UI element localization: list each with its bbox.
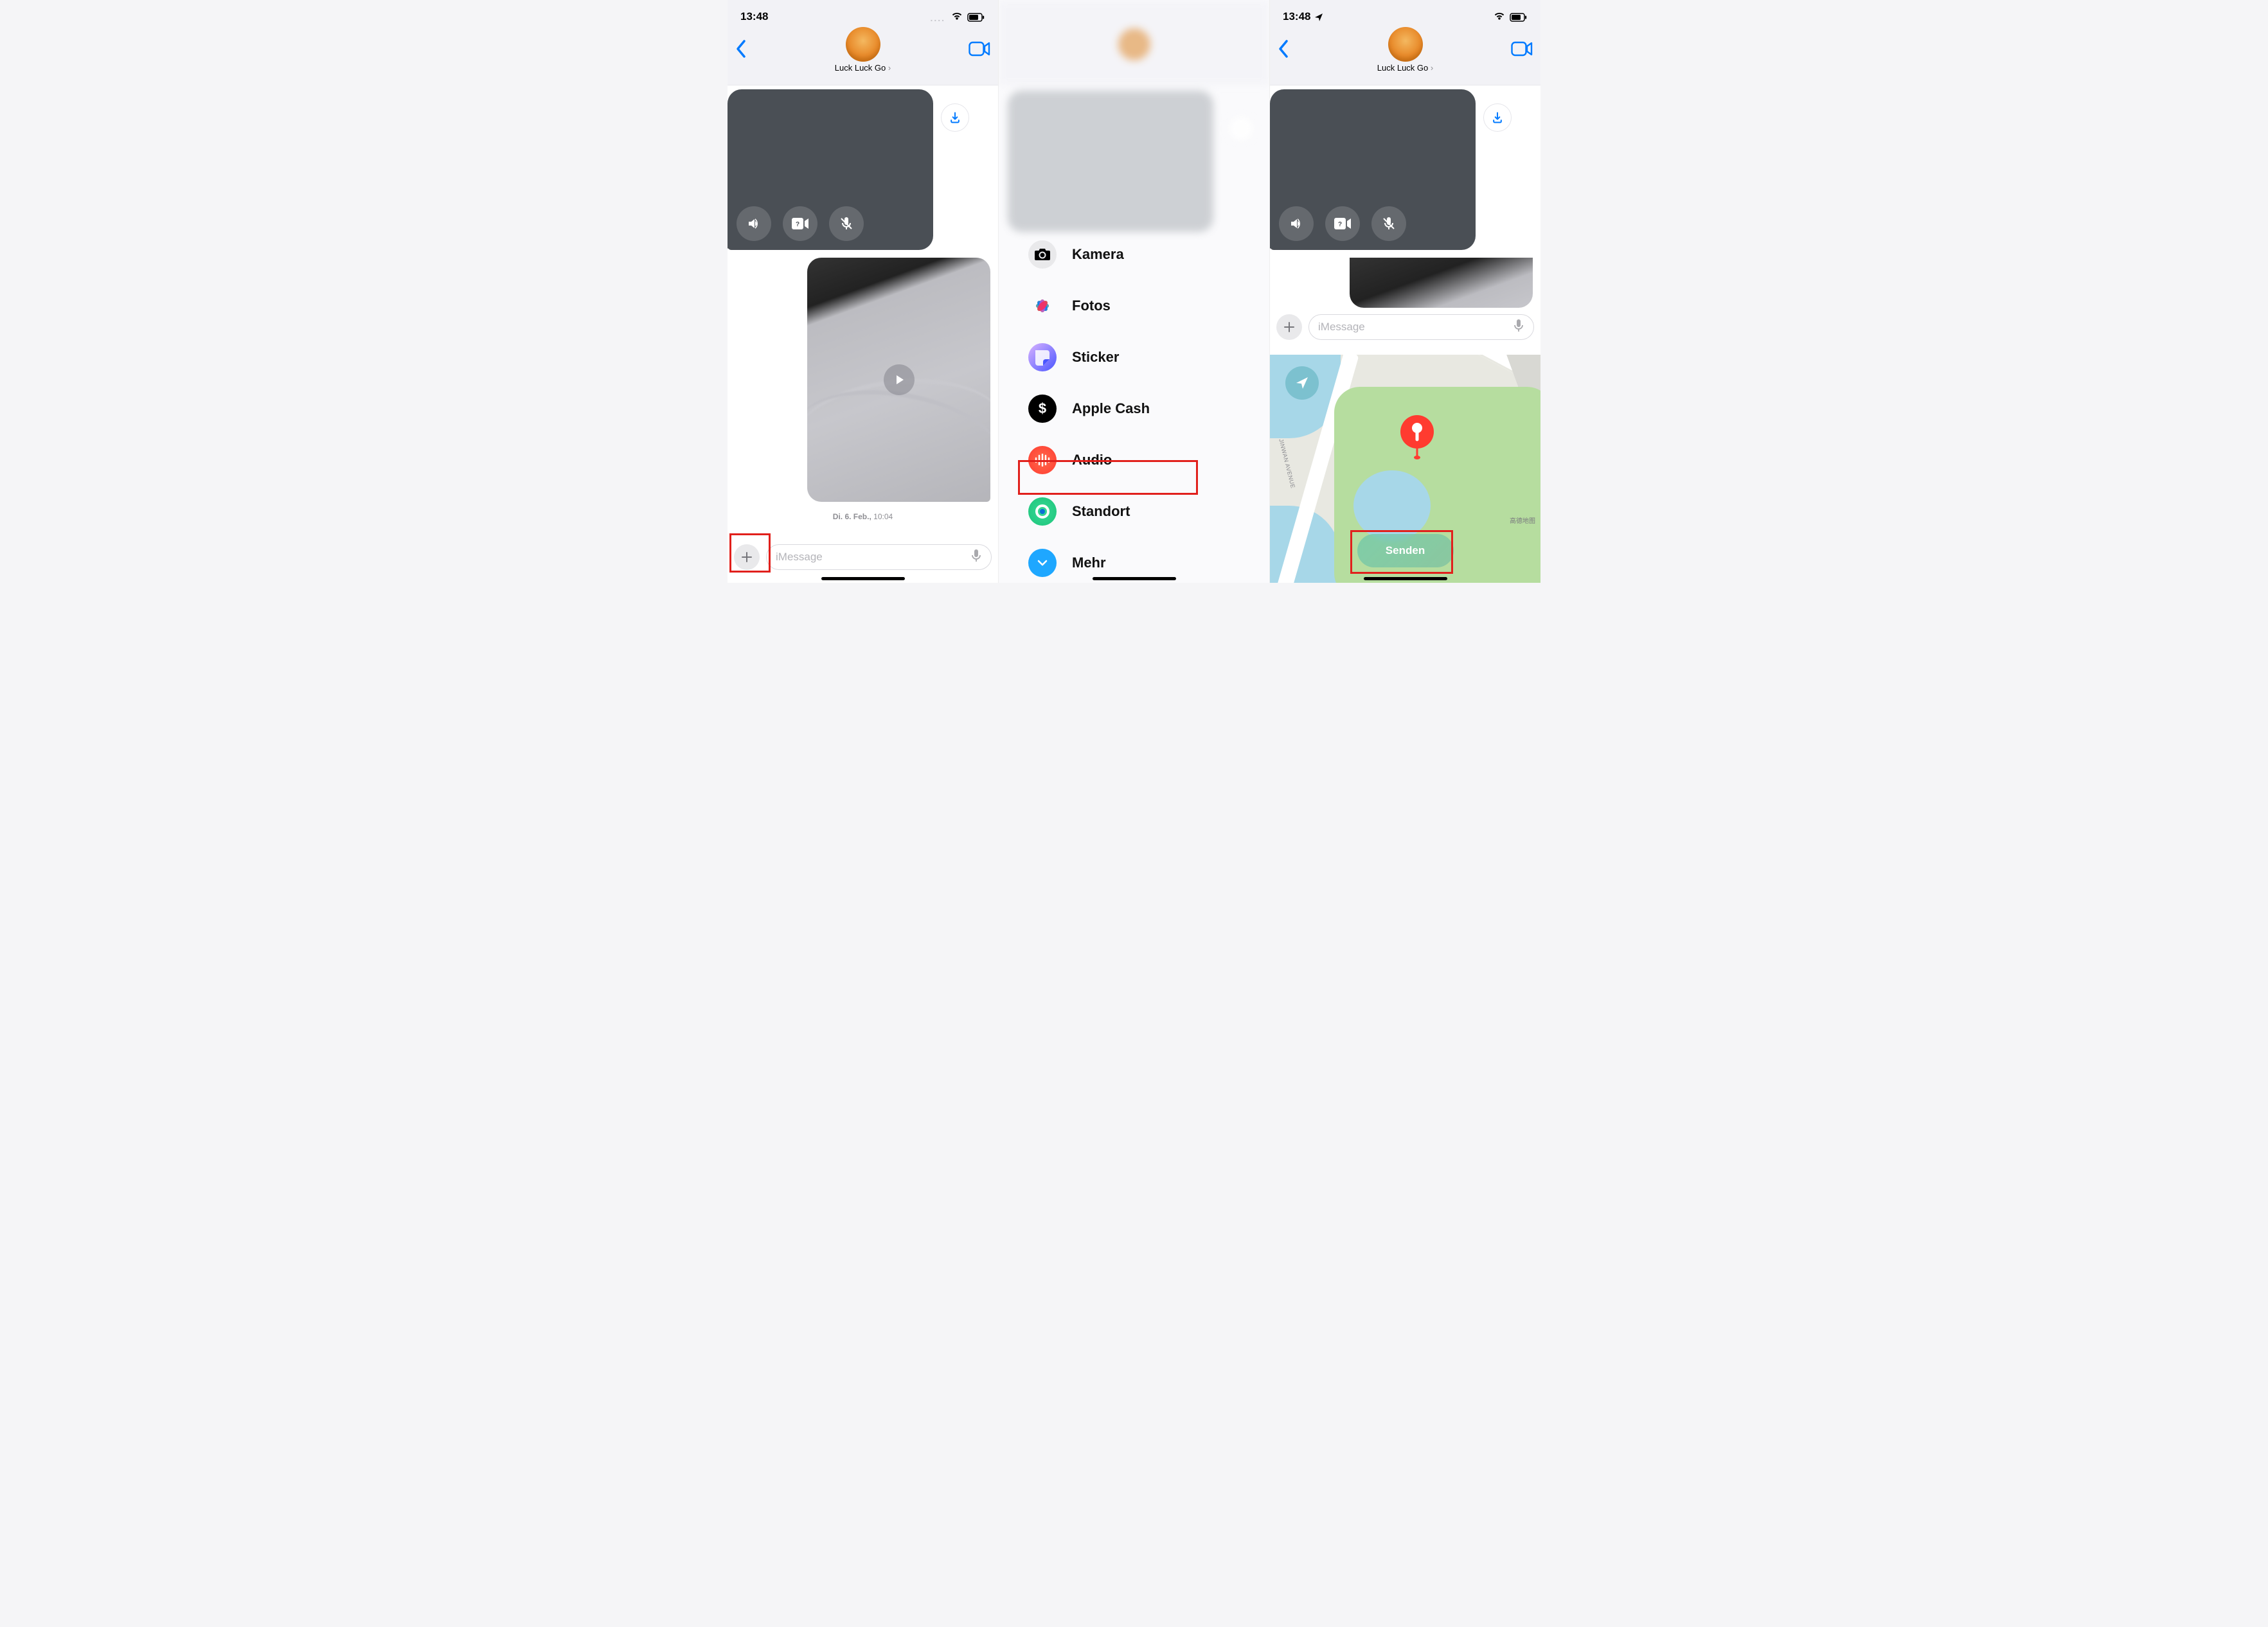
sheet-item-camera[interactable]: Kamera (1024, 238, 1250, 271)
screenshot-panel-2: Kamera (999, 0, 1270, 583)
facetime-button[interactable] (1501, 30, 1533, 68)
play-icon[interactable] (884, 364, 915, 395)
camera-toggle-icon[interactable]: ? (783, 206, 817, 241)
sheet-item-stickers[interactable]: Sticker (1024, 341, 1250, 374)
screenshot-panel-3: 13:48 Luck Luck Go › (1270, 0, 1540, 583)
home-indicator[interactable] (1364, 577, 1447, 580)
battery-icon (1510, 10, 1528, 23)
message-input[interactable]: iMessage (1308, 314, 1534, 340)
status-bar: 13:48 (1270, 0, 1540, 24)
road-label: JINWAN AVENUE (1278, 438, 1296, 489)
mute-mic-icon[interactable] (1371, 206, 1406, 241)
photos-icon (1028, 292, 1057, 320)
facetime-button[interactable] (958, 30, 990, 68)
conversation-header: Luck Luck Go › (728, 24, 998, 85)
home-indicator[interactable] (1093, 577, 1176, 580)
home-indicator[interactable] (821, 577, 905, 580)
map-attribution: 高德地图 (1510, 515, 1535, 525)
contact-name-button[interactable]: Luck Luck Go › (1377, 63, 1433, 73)
video-message-bubble[interactable] (1350, 258, 1533, 308)
message-placeholder: iMessage (1318, 321, 1513, 333)
message-input[interactable]: iMessage (766, 544, 992, 570)
status-bar: 13:48 .... (728, 0, 998, 24)
sheet-item-audio[interactable]: Audio (1024, 443, 1250, 477)
location-services-icon (1314, 10, 1323, 23)
speaker-icon[interactable] (737, 206, 771, 241)
sheet-item-apple-cash[interactable]: $ Apple Cash (1024, 392, 1250, 425)
svg-text:?: ? (796, 221, 799, 228)
back-button[interactable] (735, 30, 761, 68)
back-button[interactable] (1278, 30, 1303, 68)
sheet-item-photos[interactable]: Fotos (1024, 289, 1250, 323)
send-location-button[interactable]: Senden (1357, 534, 1454, 567)
camera-toggle-icon[interactable]: ? (1325, 206, 1360, 241)
video-message-bubble[interactable] (807, 258, 990, 502)
speaker-icon[interactable] (1279, 206, 1314, 241)
conversation-header: Luck Luck Go › (1270, 24, 1540, 85)
sticker-icon (1028, 343, 1057, 371)
facetime-call-bubble[interactable]: ? (728, 89, 933, 250)
dictate-mic-icon[interactable] (1513, 319, 1524, 336)
recenter-location-button[interactable] (1285, 366, 1319, 400)
more-icon (1028, 549, 1057, 577)
map-pin-icon[interactable] (1398, 413, 1436, 450)
sheet-item-more[interactable]: Mehr (1024, 546, 1250, 580)
message-timestamp: Di. 6. Feb., 10:04 (728, 512, 998, 521)
apple-cash-icon: $ (1028, 395, 1057, 423)
dictate-mic-icon[interactable] (970, 549, 982, 566)
screenshot-panel-1: 13:48 .... Luck Luck Go › (728, 0, 999, 583)
wifi-icon (1492, 8, 1507, 23)
location-share-panel[interactable]: JINWAN AVENUE 高德地图 Send (1270, 355, 1540, 583)
facetime-call-bubble[interactable]: ? (1270, 89, 1476, 250)
sheet-item-location[interactable]: Standort (1024, 495, 1250, 528)
battery-icon (967, 10, 985, 23)
contact-name-button[interactable]: Luck Luck Go › (835, 63, 891, 73)
save-download-button[interactable] (941, 103, 969, 132)
map-canvas[interactable]: JINWAN AVENUE 高德地图 Send (1270, 355, 1540, 583)
contact-avatar[interactable] (846, 27, 880, 62)
mute-mic-icon[interactable] (829, 206, 864, 241)
message-placeholder: iMessage (776, 551, 970, 564)
svg-text:?: ? (1338, 221, 1342, 228)
status-time: 13:48 (1283, 10, 1310, 23)
status-time: 13:48 (740, 10, 768, 23)
location-icon (1028, 497, 1057, 526)
attachment-sheet: Kamera (1024, 238, 1250, 580)
status-dots: .... (930, 13, 945, 23)
plus-attachments-button[interactable] (1276, 314, 1302, 340)
wifi-icon (949, 8, 965, 23)
save-download-button[interactable] (1483, 103, 1512, 132)
plus-attachments-button[interactable] (734, 544, 760, 570)
contact-avatar[interactable] (1388, 27, 1423, 62)
audio-icon (1028, 446, 1057, 474)
camera-icon (1028, 240, 1057, 269)
